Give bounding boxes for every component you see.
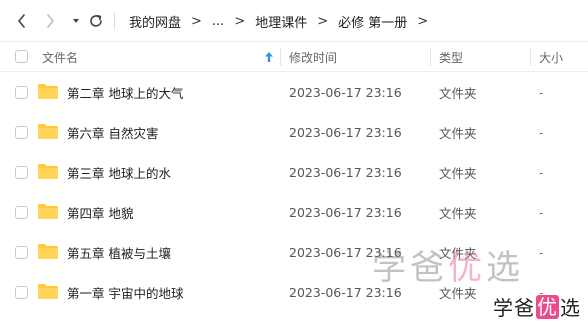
- row-checkbox[interactable]: [15, 86, 28, 99]
- chevron-right-icon: [47, 14, 54, 28]
- file-row[interactable]: 第三章 地球上的水 2023-06-17 23:16 文件夹 -: [0, 152, 588, 192]
- file-row[interactable]: 第二章 地球上的大气 2023-06-17 23:16 文件夹 -: [0, 72, 588, 112]
- breadcrumb-separator: >: [234, 13, 246, 29]
- column-divider[interactable]: [430, 48, 431, 66]
- column-header-size[interactable]: 大小: [539, 42, 563, 72]
- refresh-icon: [90, 15, 102, 27]
- toolbar-divider: [114, 12, 115, 30]
- file-row[interactable]: 第六章 自然灾害 2023-06-17 23:16 文件夹 -: [0, 112, 588, 152]
- file-modified: 2023-06-17 23:16: [289, 164, 402, 180]
- folder-icon: [38, 84, 58, 99]
- row-checkbox[interactable]: [15, 206, 28, 219]
- row-checkbox[interactable]: [15, 286, 28, 299]
- column-header-name[interactable]: 文件名: [42, 42, 78, 72]
- watermark-text: 学爸: [493, 296, 535, 320]
- folder-icon: [38, 124, 58, 139]
- file-name[interactable]: 第六章 自然灾害: [67, 112, 158, 152]
- sort-up-arrow-icon: [265, 52, 273, 62]
- breadcrumb: 我的网盘 > ... > 地理课件 > 必修 第一册 >: [127, 11, 436, 31]
- row-checkbox[interactable]: [15, 166, 28, 179]
- breadcrumb-separator: >: [191, 13, 202, 29]
- file-name[interactable]: 第三章 地球上的水: [67, 152, 171, 192]
- back-button[interactable]: [12, 11, 32, 31]
- file-type: 文件夹: [439, 125, 477, 141]
- select-all-checkbox[interactable]: [15, 50, 28, 63]
- forward-button[interactable]: [40, 11, 60, 31]
- file-row[interactable]: 第四章 地貌 2023-06-17 23:16 文件夹 -: [0, 192, 588, 232]
- watermark-highlight: 优: [448, 248, 486, 288]
- watermark-logo: 学爸优选: [493, 292, 581, 321]
- file-modified: 2023-06-17 23:16: [289, 204, 402, 220]
- dropdown-triangle-icon: [73, 19, 79, 23]
- column-header-modified[interactable]: 修改时间: [289, 42, 337, 72]
- column-divider[interactable]: [280, 48, 281, 66]
- watermark-large: 学爸优选: [372, 240, 524, 289]
- file-name[interactable]: 第二章 地球上的大气: [67, 72, 183, 112]
- row-checkbox[interactable]: [15, 126, 28, 139]
- breadcrumb-item-geography[interactable]: 地理课件: [253, 12, 309, 31]
- file-size: -: [539, 204, 544, 220]
- sort-indicator[interactable]: [264, 42, 274, 72]
- watermark-highlight: 优: [536, 294, 559, 319]
- history-dropdown-button[interactable]: [66, 11, 86, 31]
- file-list-header: 文件名 修改时间 类型 大小: [0, 42, 588, 72]
- folder-icon: [38, 284, 58, 299]
- file-name[interactable]: 第四章 地貌: [67, 192, 133, 232]
- toolbar: 我的网盘 > ... > 地理课件 > 必修 第一册 >: [0, 0, 588, 42]
- file-modified: 2023-06-17 23:16: [289, 124, 402, 140]
- refresh-button[interactable]: [86, 11, 106, 31]
- file-size: -: [539, 124, 544, 140]
- watermark-text: 选: [560, 296, 581, 320]
- column-header-type[interactable]: 类型: [439, 42, 463, 72]
- watermark-text: 选: [486, 248, 524, 288]
- folder-icon: [38, 204, 58, 219]
- file-type: 文件夹: [439, 85, 477, 101]
- chevron-left-icon: [18, 14, 25, 28]
- file-size: -: [539, 244, 544, 260]
- file-name[interactable]: 第五章 植被与土壤: [67, 232, 171, 272]
- file-name[interactable]: 第一章 宇宙中的地球: [67, 272, 183, 312]
- breadcrumb-item-ellipsis[interactable]: ...: [210, 14, 226, 29]
- folder-icon: [38, 244, 58, 259]
- file-type: 文件夹: [439, 165, 477, 181]
- breadcrumb-item-current[interactable]: 必修 第一册: [336, 12, 409, 31]
- file-size: -: [539, 164, 544, 180]
- folder-icon: [38, 164, 58, 179]
- breadcrumb-separator: >: [317, 13, 329, 29]
- breadcrumb-separator: >: [417, 13, 429, 29]
- file-type: 文件夹: [439, 205, 477, 221]
- row-checkbox[interactable]: [15, 246, 28, 259]
- watermark-text: 学爸: [372, 248, 448, 288]
- file-modified: 2023-06-17 23:16: [289, 84, 402, 100]
- file-size: -: [539, 84, 544, 100]
- column-divider[interactable]: [530, 48, 531, 66]
- breadcrumb-item-root[interactable]: 我的网盘: [127, 12, 183, 31]
